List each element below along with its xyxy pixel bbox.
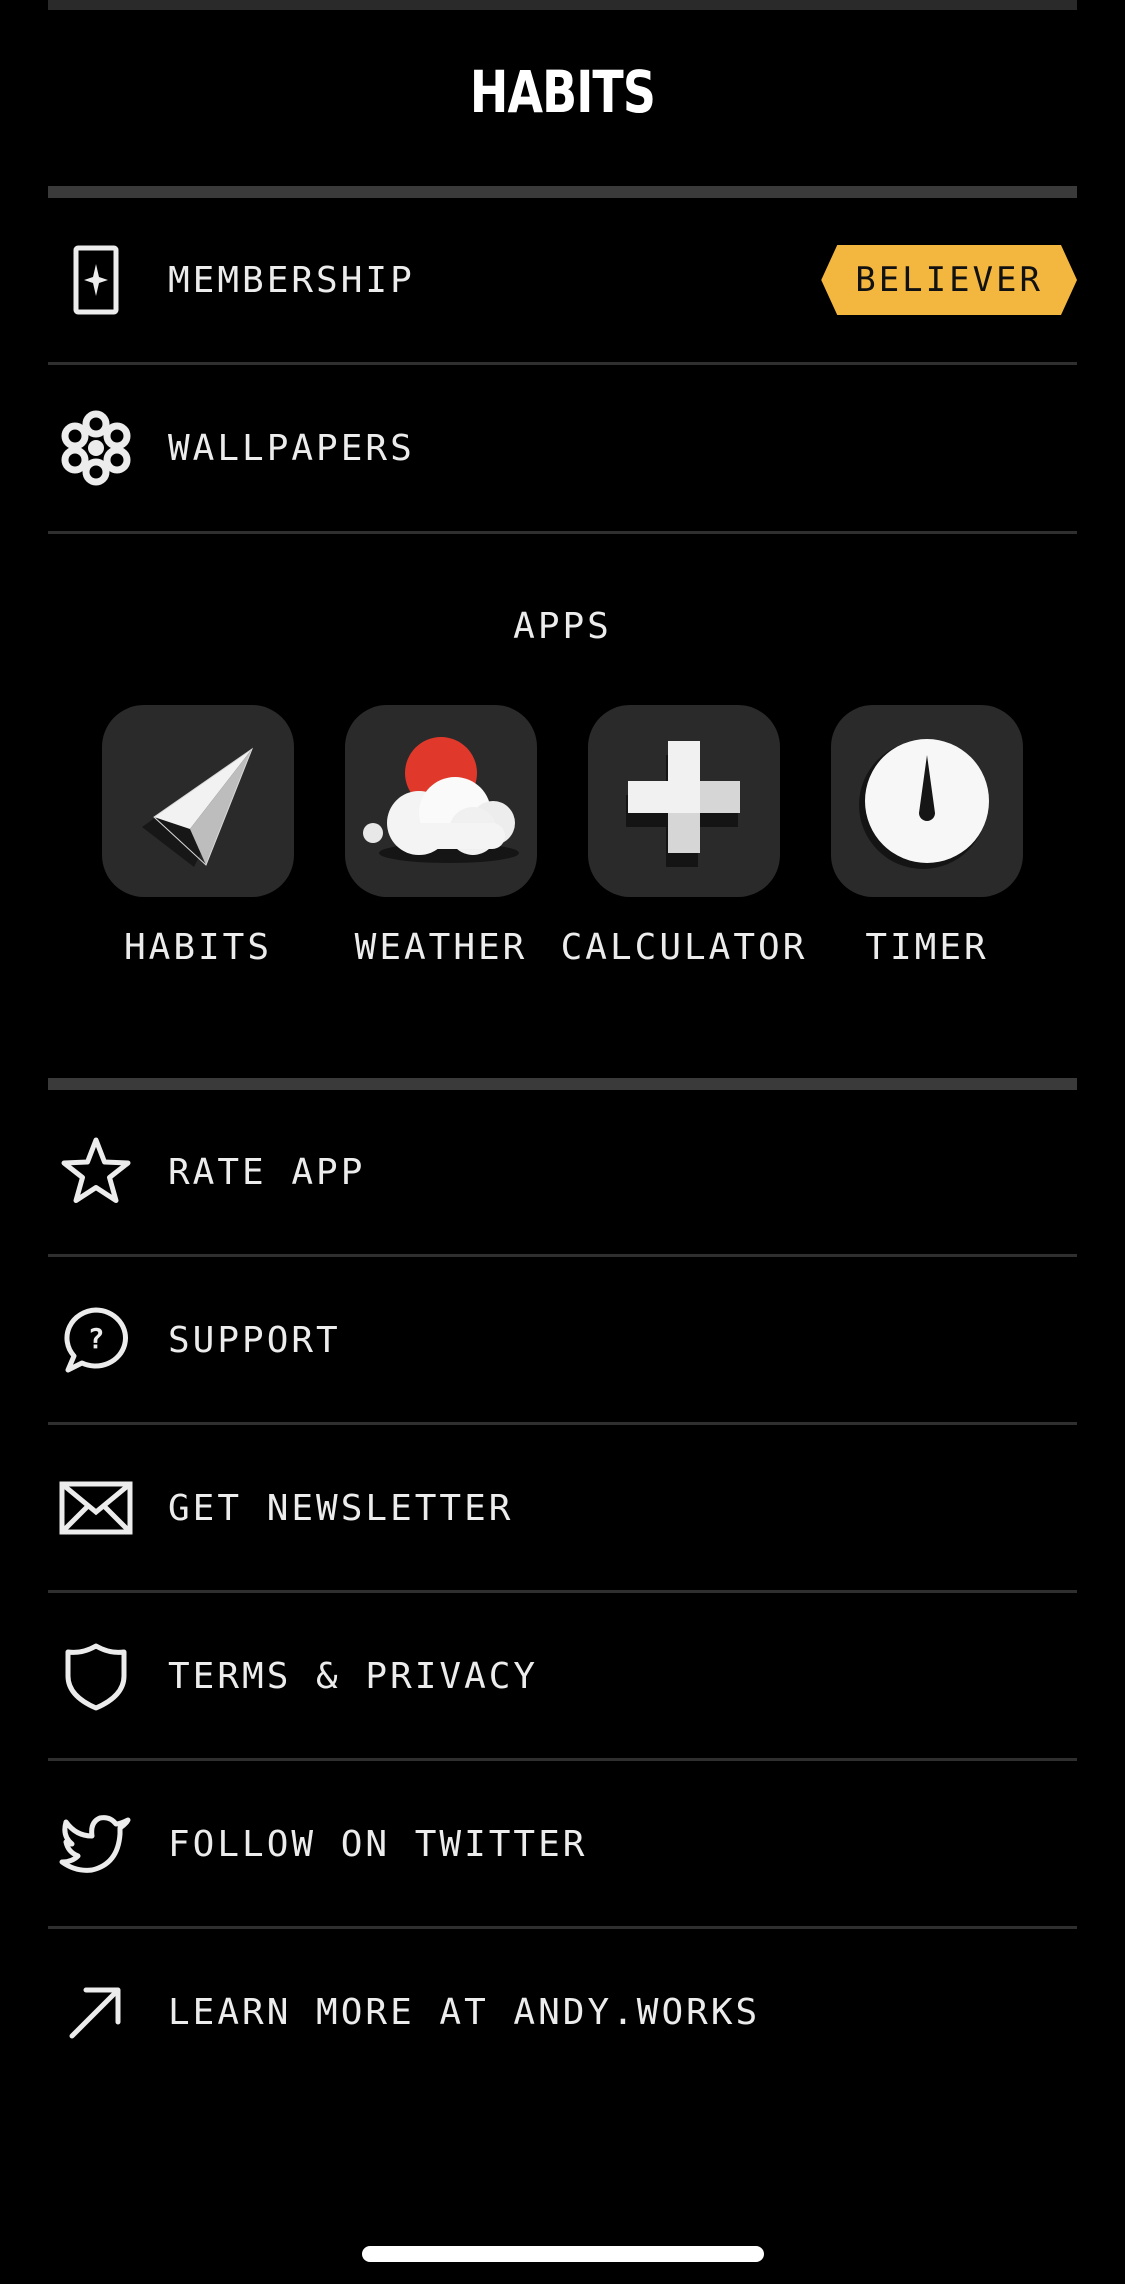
membership-row[interactable]: MEMBERSHIP BELIEVER — [48, 200, 1077, 360]
row-divider — [48, 1254, 1077, 1257]
newsletter-label: GET NEWSLETTER — [168, 1487, 514, 1529]
app-habits[interactable]: HABITS — [102, 705, 294, 968]
app-weather[interactable]: WEATHER — [345, 705, 537, 968]
rate-app-label: RATE APP — [168, 1151, 366, 1193]
support-label: SUPPORT — [168, 1319, 341, 1361]
row-divider — [48, 1926, 1077, 1929]
section-divider — [48, 186, 1077, 198]
app-calculator[interactable]: CALCULATOR — [561, 705, 804, 968]
apps-grid: HABITS WEATHER CALCULATOR TIMER — [102, 705, 1023, 975]
wallpapers-row[interactable]: WALLPAPERS — [48, 368, 1077, 528]
row-divider — [48, 1590, 1077, 1593]
wallpapers-label: WALLPAPERS — [168, 427, 415, 469]
terms-privacy-row[interactable]: TERMS & PRIVACY — [48, 1596, 1077, 1756]
learn-more-label: LEARN MORE AT ANDY.WORKS — [168, 1991, 761, 2033]
app-label: HABITS — [123, 927, 273, 968]
app-label: CALCULATOR — [560, 927, 808, 968]
apps-heading: APPS — [513, 606, 612, 647]
newsletter-row[interactable]: GET NEWSLETTER — [48, 1428, 1077, 1588]
twitter-row[interactable]: FOLLOW ON TWITTER — [48, 1764, 1077, 1924]
row-divider — [48, 1758, 1077, 1761]
top-divider — [48, 0, 1077, 10]
row-divider — [48, 1422, 1077, 1425]
flower-icon — [48, 400, 144, 496]
app-label: WEATHER — [354, 927, 528, 968]
shield-icon — [48, 1628, 144, 1724]
paper-plane-icon — [102, 705, 294, 897]
learn-more-row[interactable]: LEARN MORE AT ANDY.WORKS — [48, 1932, 1077, 2092]
page-title: HABITS — [469, 58, 656, 126]
section-divider — [48, 1078, 1077, 1090]
membership-label: MEMBERSHIP — [168, 259, 415, 301]
home-indicator[interactable] — [362, 2246, 764, 2262]
row-divider — [48, 362, 1077, 365]
app-timer[interactable]: TIMER — [831, 705, 1023, 968]
terms-privacy-label: TERMS & PRIVACY — [168, 1655, 539, 1697]
cloud-sun-icon — [345, 705, 537, 897]
question-bubble-icon: ? — [48, 1292, 144, 1388]
twitter-bird-icon — [48, 1796, 144, 1892]
support-row[interactable]: ? SUPPORT — [48, 1260, 1077, 1420]
app-label: TIMER — [865, 927, 989, 968]
row-divider — [48, 531, 1077, 534]
timer-dial-icon — [831, 705, 1023, 897]
twitter-label: FOLLOW ON TWITTER — [168, 1823, 588, 1865]
membership-card-icon — [48, 232, 144, 328]
rate-app-row[interactable]: RATE APP — [48, 1092, 1077, 1252]
arrow-up-right-icon — [48, 1964, 144, 2060]
star-icon — [48, 1124, 144, 1220]
svg-text:?: ? — [88, 1322, 105, 1355]
plus-icon — [588, 705, 780, 897]
envelope-icon — [48, 1460, 144, 1556]
membership-badge: BELIEVER — [821, 245, 1077, 315]
